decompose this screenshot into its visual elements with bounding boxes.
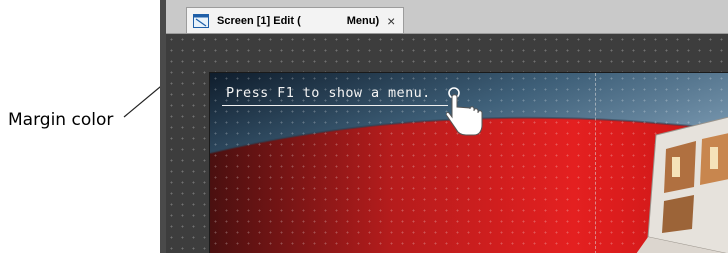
menu-instruction-text: Press F1 to show a menu. [226,85,431,101]
screen-guide-line [595,73,596,253]
instruction-underline [222,105,448,106]
tab-screen-edit[interactable]: Screen [1] Edit ( Menu) × [186,7,404,33]
hand-pointer-icon [446,87,483,136]
tab-title: Screen [1] Edit ( [217,14,301,27]
screen-canvas[interactable]: Press F1 to show a menu. [209,72,728,253]
tab-menu-name: Menu) [346,14,380,27]
device-photo [636,117,728,253]
tab-bar: Screen [1] Edit ( Menu) × [166,0,728,34]
close-icon[interactable]: × [387,13,395,29]
editor-window: Screen [1] Edit ( Menu) × Press F1 to sh… [160,0,728,253]
screen-edit-icon [193,13,209,28]
